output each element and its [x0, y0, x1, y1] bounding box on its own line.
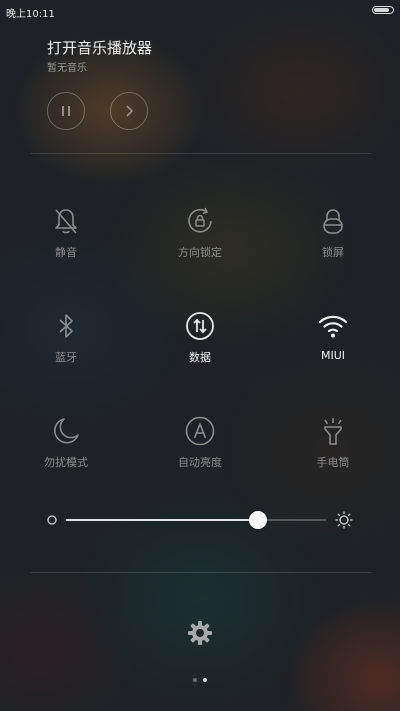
- auto-brightness-icon: [185, 416, 215, 446]
- lock-icon: [323, 209, 343, 234]
- status-time: 晚上10:11: [6, 9, 55, 20]
- status-bar: 晚上10:11: [0, 0, 400, 22]
- battery-level: [374, 8, 390, 12]
- toggle-lock-screen[interactable]: 锁屏: [273, 205, 393, 285]
- toggle-silent[interactable]: 静音: [6, 205, 126, 285]
- flashlight-icon: [324, 418, 342, 445]
- moon-icon: [54, 418, 79, 444]
- toggle-label: 手电筒: [316, 456, 350, 469]
- music-player-title[interactable]: 打开音乐播放器: [47, 37, 152, 58]
- brightness-track[interactable]: [66, 511, 326, 529]
- wifi-icon: [318, 315, 348, 338]
- brightness-thumb[interactable]: [249, 511, 268, 529]
- pause-icon: [62, 106, 70, 116]
- divider: [30, 153, 371, 154]
- pause-button[interactable]: [47, 92, 85, 130]
- gear-icon: [188, 621, 212, 645]
- toggle-label: 蓝牙: [55, 351, 77, 364]
- toggle-label: 锁屏: [322, 246, 344, 259]
- toggle-bluetooth[interactable]: 蓝牙: [6, 310, 126, 390]
- music-player-subtitle: 暂无音乐: [47, 63, 87, 74]
- toggle-label: 数据: [189, 351, 211, 364]
- brightness-track-fill: [66, 519, 259, 521]
- page-indicator: [189, 676, 211, 684]
- bluetooth-icon: [59, 314, 73, 338]
- chevron-right-icon: [126, 105, 134, 117]
- toggle-label: 方向锁定: [178, 246, 222, 259]
- toggle-label: 自动亮度: [178, 456, 222, 469]
- settings-button[interactable]: [186, 619, 214, 647]
- toggle-do-not-disturb[interactable]: 勿扰模式: [6, 415, 126, 495]
- toggle-rotation-lock[interactable]: 方向锁定: [140, 205, 260, 285]
- next-button[interactable]: [110, 92, 148, 130]
- toggle-label: 静音: [55, 246, 77, 259]
- rotation-lock-icon: [188, 207, 212, 233]
- toggle-flashlight[interactable]: 手电筒: [273, 415, 393, 495]
- bell-off-icon: [55, 209, 77, 234]
- page-dot: [203, 678, 207, 682]
- toggle-label: MIUI: [320, 349, 346, 362]
- mobile-data-icon: [186, 312, 214, 340]
- brightness-high-icon: [335, 511, 353, 529]
- toggle-wifi[interactable]: MIUI: [273, 310, 393, 390]
- toggle-auto-brightness[interactable]: 自动亮度: [140, 415, 260, 495]
- toggle-mobile-data[interactable]: 数据: [140, 310, 260, 390]
- divider: [30, 572, 371, 573]
- battery-icon: [372, 6, 394, 14]
- toggle-label: 勿扰模式: [44, 456, 88, 469]
- brightness-slider[interactable]: [45, 508, 355, 532]
- page-dot: [193, 678, 197, 682]
- brightness-low-icon: [47, 515, 57, 525]
